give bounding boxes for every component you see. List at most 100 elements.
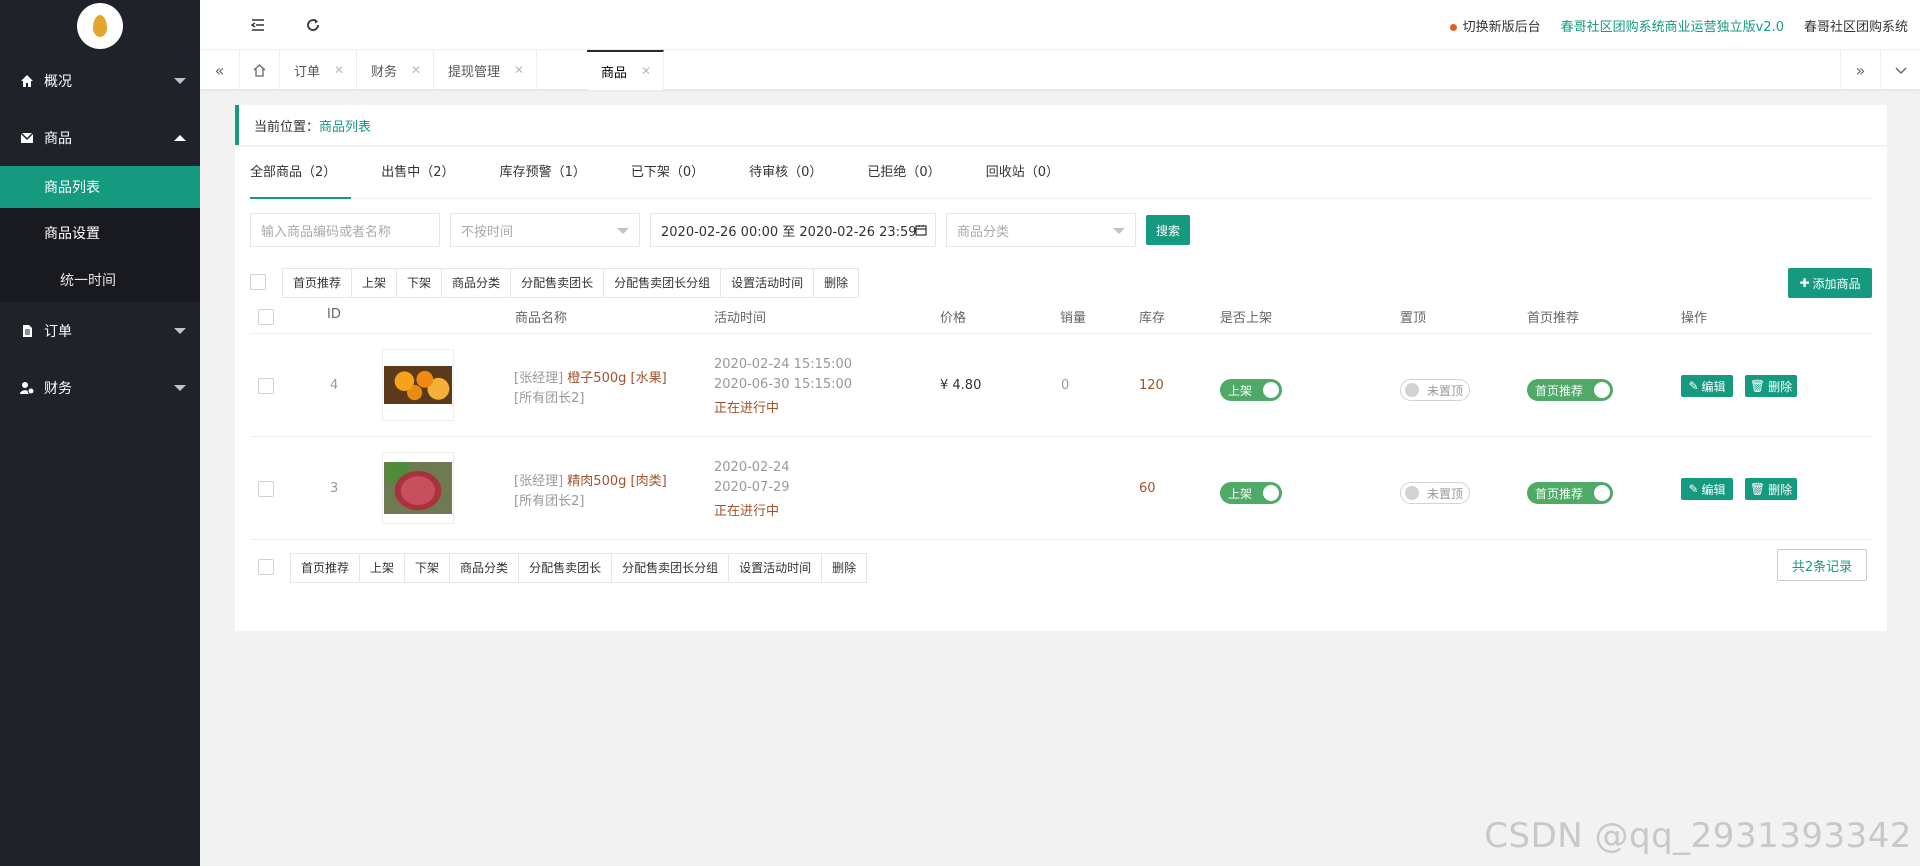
product-image[interactable] — [382, 452, 454, 524]
total-records[interactable]: 共2条记录 — [1777, 549, 1867, 581]
product-image[interactable] — [382, 349, 454, 421]
home-icon — [20, 74, 34, 88]
divider — [250, 436, 1872, 437]
product-name-link[interactable]: 橙子500g [水果] — [567, 371, 666, 386]
user-money-icon — [20, 381, 34, 395]
filter-tab-on-sale[interactable]: 出售中（2） — [381, 147, 469, 199]
column-header: 是否上架 — [1220, 311, 1273, 326]
action-delete-button[interactable]: 删除 — [822, 554, 866, 582]
close-icon[interactable]: ✕ — [514, 63, 524, 77]
action-on-shelf-button[interactable]: 上架 — [360, 554, 406, 582]
header-checkbox[interactable] — [258, 309, 274, 325]
sidebar-item-label: 商品 — [44, 130, 72, 147]
product-version-link[interactable]: 春哥社区团购系统商业运营独立版v2.0 — [1561, 16, 1784, 35]
pencil-icon: ✎ — [1688, 379, 1699, 393]
action-category-button[interactable]: 商品分类 — [442, 269, 512, 297]
sidebar-item-overview[interactable]: 概况 — [0, 52, 200, 109]
column-header: 商品名称 — [515, 311, 568, 326]
batch-actions-top: 首页推荐 上架 下架 商品分类 分配售卖团长 分配售卖团长分组 设置活动时间 删… — [282, 268, 860, 298]
action-assign-leader-button[interactable]: 分配售卖团长 — [511, 269, 605, 297]
recommend-toggle[interactable]: 首页推荐 — [1527, 482, 1613, 504]
tab-withdraw[interactable]: 提现管理 ✕ — [434, 50, 538, 90]
search-row: 输入商品编码或者名称 不按时间 2020-02-26 00:00 至 2020-… — [250, 213, 1190, 247]
action-delete-button[interactable]: 删除 — [814, 269, 858, 297]
page-tabs-bar: « 订单 ✕ 财务 ✕ 提现管理 ✕ 商品 ✕ » — [200, 50, 1920, 90]
row-checkbox[interactable] — [258, 378, 274, 394]
top-toggle[interactable]: 未置顶 — [1400, 482, 1470, 504]
filter-tab-recycle[interactable]: 回收站（0） — [986, 147, 1074, 199]
home-tab-icon[interactable] — [240, 50, 280, 90]
action-off-shelf-button[interactable]: 下架 — [397, 269, 443, 297]
action-recommend-button[interactable]: 首页推荐 — [283, 269, 353, 297]
sidebar-item-unified-time[interactable]: 统一时间 — [0, 258, 200, 302]
tab-orders[interactable]: 订单 ✕ — [280, 50, 358, 90]
select-all-checkbox[interactable] — [250, 274, 266, 290]
action-on-shelf-button[interactable]: 上架 — [352, 269, 398, 297]
action-set-time-button[interactable]: 设置活动时间 — [721, 269, 815, 297]
action-recommend-button[interactable]: 首页推荐 — [291, 554, 361, 582]
collapse-menu-icon[interactable] — [250, 17, 266, 33]
sidebar-item-label: 财务 — [44, 380, 72, 397]
tab-finance[interactable]: 财务 ✕ — [357, 50, 435, 90]
sidebar-item-goods[interactable]: 商品 — [0, 109, 200, 166]
chevron-down-icon — [617, 228, 629, 234]
action-off-shelf-button[interactable]: 下架 — [405, 554, 451, 582]
trash-icon: 🗑 — [1749, 379, 1766, 393]
sidebar-item-label: 订单 — [44, 323, 72, 340]
action-assign-leader-button[interactable]: 分配售卖团长 — [519, 554, 613, 582]
batch-actions-bottom: 首页推荐 上架 下架 商品分类 分配售卖团长 分配售卖团长分组 设置活动时间 删… — [290, 553, 868, 583]
double-chevron-left-icon[interactable]: « — [200, 50, 240, 90]
sidebar-item-finance[interactable]: 财务 — [0, 359, 200, 416]
breadcrumb-current-link[interactable]: 商品列表 — [319, 116, 371, 135]
action-set-time-button[interactable]: 设置活动时间 — [729, 554, 823, 582]
divider — [250, 333, 1872, 334]
delete-button[interactable]: 🗑 删除 — [1745, 478, 1797, 500]
filter-tab-pending[interactable]: 待审核（0） — [749, 147, 837, 199]
refresh-icon[interactable] — [305, 17, 321, 33]
chevron-down-icon — [174, 384, 186, 391]
close-icon[interactable]: ✕ — [641, 64, 651, 78]
search-button[interactable]: 搜索 — [1146, 215, 1190, 245]
delete-button[interactable]: 🗑 删除 — [1745, 375, 1797, 397]
category-select[interactable]: 商品分类 — [946, 213, 1136, 247]
product-name-link[interactable]: 精肉500g [肉类] — [567, 474, 666, 489]
filter-tab-stock-warning[interactable]: 库存预警（1） — [500, 147, 601, 199]
pencil-icon: ✎ — [1688, 482, 1699, 496]
edit-button[interactable]: ✎ 编辑 — [1681, 478, 1733, 500]
header-right: 切换新版后台 春哥社区团购系统商业运营独立版v2.0 春哥社区团购系统 — [1449, 0, 1908, 50]
sidebar-item-goods-list[interactable]: 商品列表 — [0, 166, 200, 208]
sidebar-item-label: 概况 — [44, 73, 72, 90]
chevron-up-icon — [174, 134, 186, 141]
keyword-input[interactable]: 输入商品编码或者名称 — [250, 213, 440, 247]
divider — [250, 539, 1872, 540]
sidebar-submenu: 商品列表 商品设置 统一时间 — [0, 166, 200, 302]
recommend-toggle[interactable]: 首页推荐 — [1527, 379, 1613, 401]
double-chevron-right-icon[interactable]: » — [1840, 50, 1880, 90]
sidebar-item-goods-settings[interactable]: 商品设置 — [0, 208, 200, 258]
filter-tab-rejected[interactable]: 已拒绝（0） — [867, 147, 955, 199]
top-toggle[interactable]: 未置顶 — [1400, 379, 1470, 401]
edit-button[interactable]: ✎ 编辑 — [1681, 375, 1733, 397]
filter-tab-all[interactable]: 全部商品（2） — [250, 147, 352, 199]
filter-tabs: 全部商品（2） 出售中（2） 库存预警（1） 已下架（0） 待审核（0） 已拒绝… — [250, 147, 1872, 199]
close-icon[interactable]: ✕ — [411, 63, 421, 77]
close-icon[interactable]: ✕ — [334, 63, 344, 77]
time-select[interactable]: 不按时间 — [450, 213, 640, 247]
tab-goods[interactable]: 商品 ✕ — [587, 50, 665, 90]
system-name-link[interactable]: 春哥社区团购系统 — [1804, 16, 1908, 35]
watermark: CSDN @qq_2931393342 — [1484, 816, 1912, 856]
action-assign-leader-group-button[interactable]: 分配售卖团长分组 — [612, 554, 730, 582]
chevron-down-icon[interactable] — [1880, 50, 1920, 90]
filter-tab-off-shelf[interactable]: 已下架（0） — [631, 147, 719, 199]
sidebar-item-orders[interactable]: 订单 — [0, 302, 200, 359]
date-range-input[interactable]: 2020-02-26 00:00 至 2020-02-26 23:59 — [650, 213, 936, 247]
action-category-button[interactable]: 商品分类 — [450, 554, 520, 582]
add-goods-button[interactable]: ✚ 添加商品 — [1788, 268, 1872, 298]
shelf-toggle[interactable]: 上架 — [1220, 379, 1282, 401]
logo[interactable] — [77, 3, 123, 49]
action-assign-leader-group-button[interactable]: 分配售卖团长分组 — [604, 269, 722, 297]
select-all-checkbox-bottom[interactable] — [258, 559, 274, 575]
row-checkbox[interactable] — [258, 481, 274, 497]
shelf-toggle[interactable]: 上架 — [1220, 482, 1282, 504]
switch-new-admin-link[interactable]: 切换新版后台 — [1449, 16, 1541, 35]
